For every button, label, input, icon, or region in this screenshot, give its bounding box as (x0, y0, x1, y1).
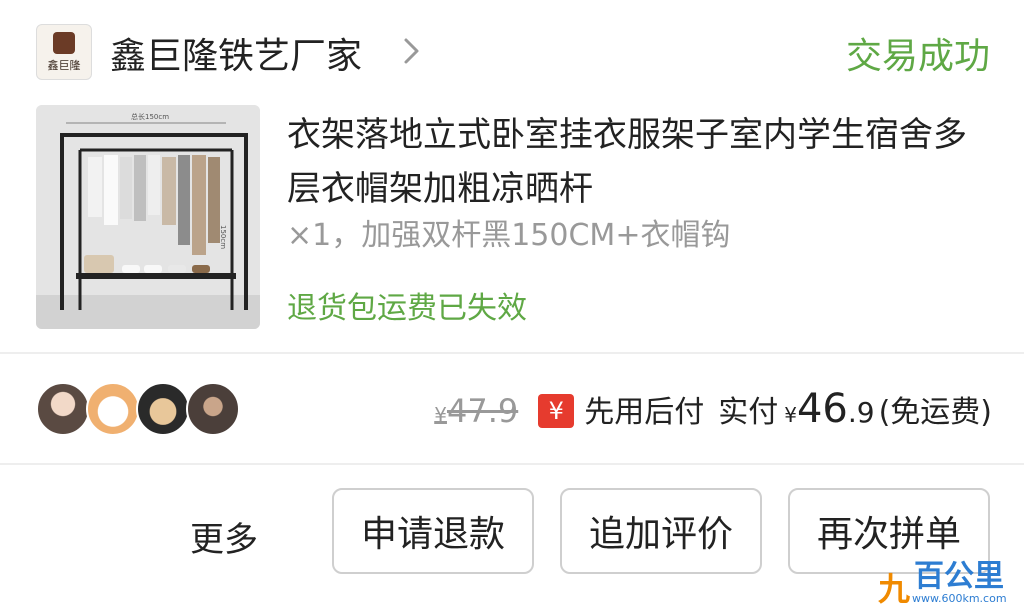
shipping-note: (免运费) (878, 395, 992, 430)
paid-amount-integer: 46 (796, 386, 848, 432)
product-title[interactable]: 衣架落地立式卧室挂衣服架子室内学生宿舍多层衣帽架加粗凉晒杆 (287, 108, 987, 216)
avatar (86, 382, 140, 436)
paid-amount-decimal: .9 (847, 396, 875, 429)
store-emblem-icon (53, 31, 75, 54)
price-row: ¥47.9 ¥ 先用后付 实付 ¥ 46 .9 (免运费) (434, 386, 992, 436)
original-price: ¥47.9 (434, 392, 519, 430)
clothes-rack-illustration: 总长150cm 150cm (36, 105, 260, 329)
store-logo[interactable]: 鑫巨隆 (36, 24, 92, 80)
watermark-logo: 百公里 (914, 559, 1004, 594)
pay-later-label: 先用后付 (584, 395, 705, 430)
order-status: 交易成功 (845, 36, 990, 77)
avatar (36, 382, 90, 436)
return-shipping-note: 退货包运费已失效 (287, 291, 527, 326)
pay-later-icon: ¥ (538, 394, 575, 428)
product-image[interactable]: 总长150cm 150cm (36, 105, 260, 329)
divider (0, 463, 1024, 465)
paid-label: 实付 (718, 395, 779, 430)
site-watermark: 九 百公里 www.600km.com (878, 559, 1012, 609)
watermark-mark: 九 (878, 570, 911, 608)
store-logo-text: 鑫巨隆 (47, 58, 81, 72)
store-name[interactable]: 鑫巨隆铁艺厂家 (110, 27, 362, 79)
avatar (136, 382, 190, 436)
product-spec: ×1，加强双杆黑150CM+衣帽钩 (287, 218, 731, 253)
chevron-right-icon[interactable] (398, 36, 424, 66)
more-button[interactable]: 更多 (190, 512, 258, 561)
refund-button[interactable]: 申请退款 (332, 488, 534, 574)
avatar (186, 382, 240, 436)
watermark-url: www.600km.com (912, 592, 1007, 605)
rack-height-label: 150cm (219, 225, 227, 249)
paid-currency: ¥ (784, 403, 797, 427)
divider (0, 352, 1024, 354)
add-review-button[interactable]: 追加评价 (560, 488, 762, 574)
rack-width-label: 总长150cm (131, 112, 169, 121)
